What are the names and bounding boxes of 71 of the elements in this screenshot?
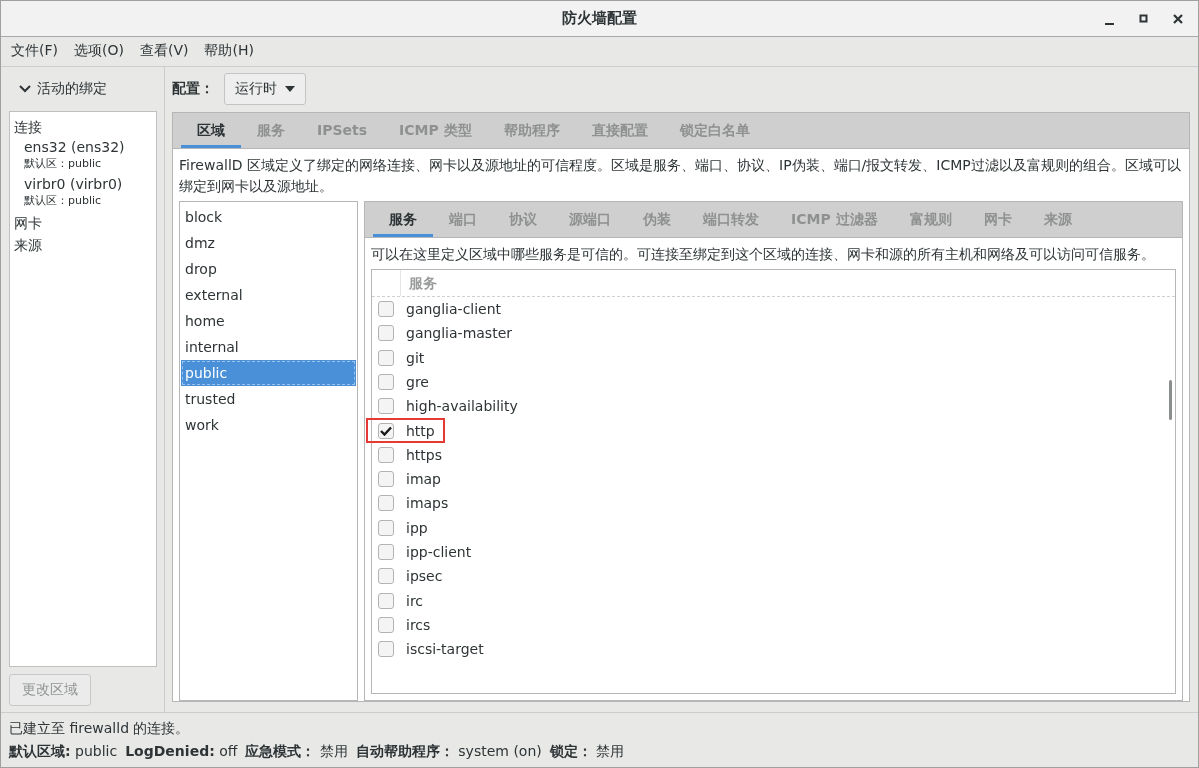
checkbox[interactable]: [378, 373, 394, 390]
menu-item[interactable]: 查看(V): [131, 42, 197, 61]
tab[interactable]: 区域: [181, 112, 241, 148]
service-name: gre: [406, 373, 429, 390]
zone-item[interactable]: drop: [181, 255, 356, 282]
checkbox[interactable]: [378, 641, 394, 658]
zone-item[interactable]: work: [181, 411, 356, 438]
menu-item[interactable]: 文件(F): [3, 42, 66, 61]
status-value: 禁用: [319, 743, 348, 759]
zone-item[interactable]: internal: [181, 333, 356, 360]
config-label: 配置：: [172, 80, 214, 99]
zone-item[interactable]: dmz: [181, 229, 356, 256]
tree-item[interactable]: 连接: [14, 115, 42, 138]
checkbox[interactable]: [378, 616, 394, 633]
service-name: ipp: [406, 519, 428, 536]
service-name: http: [406, 422, 435, 439]
section-header[interactable]: 活动的绑定: [37, 79, 107, 98]
service-name: ipp-client: [406, 544, 472, 560]
checkbox[interactable]: [378, 592, 394, 609]
zone-item[interactable]: external: [181, 281, 356, 308]
service-name: ganglia-client: [406, 301, 502, 318]
checkbox[interactable]: [378, 544, 394, 560]
checkbox[interactable]: [378, 471, 394, 488]
checkbox[interactable]: [378, 325, 394, 342]
service-name: ipsec: [406, 568, 443, 585]
zones-description: FirewallD 区域定义了绑定的网络连接、网卡以及源地址的可信程度。区域是服务、端口、协议、IP伪装、端口/报文转发、ICMP过滤以及富规则的组合。区域可以绑定到网卡以及源地址。: [178, 155, 1182, 196]
window-title: 防火墙配置: [562, 8, 637, 28]
service-name: git: [406, 349, 425, 366]
status-label: 自动帮助程序：: [355, 743, 454, 759]
service-name: iscsi-target: [406, 641, 484, 658]
status-value: system (on): [458, 743, 542, 759]
status-label: 锁定：: [549, 743, 592, 759]
status-message: 已建立至 firewalld 的连接。: [9, 719, 190, 738]
service-name: irc: [406, 592, 424, 609]
connection-name[interactable]: ens32 (ens32): [24, 137, 125, 156]
service-name: high-availability: [406, 398, 518, 415]
zone-label: 默认区：public: [24, 192, 102, 209]
zone-item[interactable]: block: [181, 203, 356, 230]
zone-item[interactable]: home: [181, 307, 356, 334]
checkbox[interactable]: [378, 568, 394, 585]
checkbox[interactable]: [378, 446, 394, 463]
checkbox[interactable]: [378, 495, 394, 512]
services-description: 可以在这里定义区域中哪些服务是可信的。可连接至绑定到这个区域的连接、网卡和源的所有主机和网络及可以访问可信服务。: [370, 244, 1156, 264]
zone-label: 默认区：public: [24, 155, 102, 172]
tree-item[interactable]: 来源: [14, 233, 42, 256]
checkbox[interactable]: [378, 349, 394, 366]
status-label: LogDenied:: [125, 743, 215, 759]
config-dropdown[interactable]: 运行时: [224, 73, 306, 106]
checkbox[interactable]: [378, 398, 394, 415]
status-value: off: [219, 743, 238, 759]
service-name: ganglia-master: [406, 325, 512, 342]
status-label: 默认区域:: [9, 743, 71, 759]
checkbox[interactable]: [378, 422, 394, 439]
service-name: ircs: [406, 616, 431, 633]
checkbox[interactable]: [378, 519, 394, 536]
zone-item[interactable]: trusted: [181, 385, 356, 412]
status-label: 应急模式：: [245, 743, 316, 759]
tab[interactable]: 服务: [373, 201, 433, 237]
status-value: 禁用: [596, 743, 625, 759]
tree-item[interactable]: 网卡: [14, 211, 42, 234]
chevron-down-icon[interactable]: [19, 84, 31, 93]
connection-name[interactable]: virbr0 (virbr0): [24, 174, 123, 193]
service-name: imaps: [406, 495, 449, 512]
menu-item[interactable]: 帮助(H): [196, 42, 262, 61]
scrollbar[interactable]: [1169, 379, 1172, 420]
service-name: imap: [406, 471, 441, 488]
service-name: https: [406, 446, 443, 463]
checkbox[interactable]: [378, 301, 394, 318]
menu-item[interactable]: 选项(O): [66, 42, 132, 61]
caret-down-icon: [285, 86, 295, 93]
status-value: public: [75, 743, 118, 759]
